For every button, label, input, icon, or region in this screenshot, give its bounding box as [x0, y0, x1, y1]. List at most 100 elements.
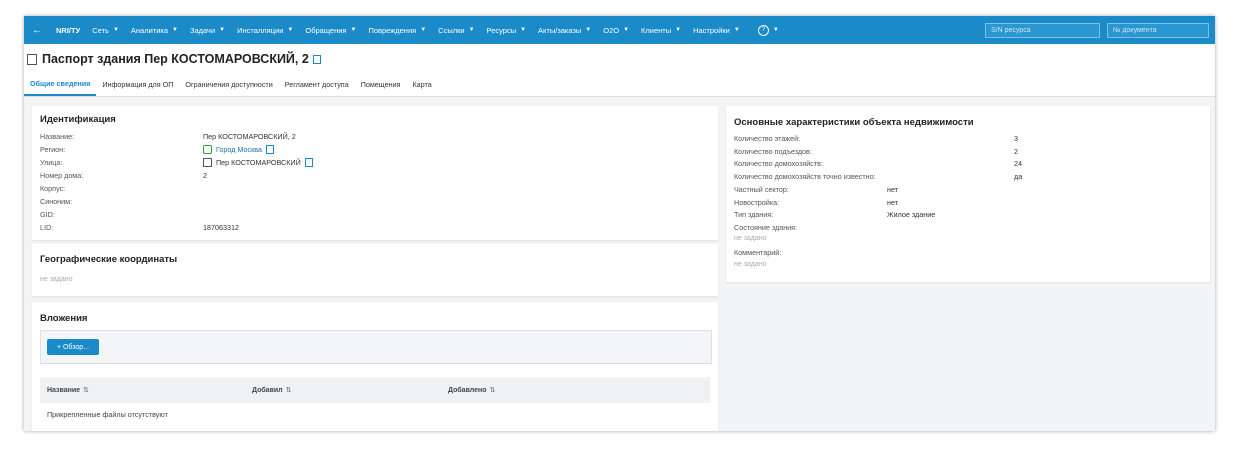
nav-label: Ресурсы	[486, 25, 517, 35]
copy-icon[interactable]	[312, 54, 321, 64]
app-window: ← NRI/ТУ Сеть ▼ Аналитика ▼ Задачи ▼ Инстал…	[24, 16, 1215, 431]
field-label: Регион:	[40, 145, 66, 154]
nav-item-nri[interactable]: NRI/ТУ	[50, 26, 86, 35]
field-label: Количество домохозяйств:	[734, 159, 823, 168]
field-label: Улица:	[40, 158, 63, 167]
street-link[interactable]: Пер КОСТОМАРОВСКИЙ	[216, 158, 301, 167]
value-text: Пер КОСТОМАРОВСКИЙ, 2	[203, 132, 296, 141]
region-icon	[203, 145, 212, 154]
building-type-value: Жилое здание	[887, 210, 936, 219]
region-link[interactable]: Город Москва	[216, 145, 262, 154]
attachments-card: Вложения + Обзор... Название ⇅ Добавил ⇅ Д…	[32, 302, 718, 431]
nav-item-tasks[interactable]: Задачи ▼	[184, 26, 231, 35]
field-label: Комментарий:	[734, 248, 782, 257]
tab-rooms[interactable]: Помещения	[355, 74, 407, 96]
field-label: Тип здания:	[734, 210, 774, 219]
page-header: Паспорт здания Пер КОСТОМАРОВСКИЙ, 2 DEM…	[24, 44, 1215, 81]
chevron-down-icon: ▼	[350, 27, 357, 33]
chevron-down-icon: ▼	[468, 27, 475, 33]
nav-label: Повреждения	[368, 25, 417, 35]
top-navigation-bar: ← NRI/ТУ Сеть ▼ Аналитика ▼ Задачи ▼ Инстал…	[24, 16, 1215, 44]
building-icon	[27, 53, 37, 65]
field-label: Номер дома:	[40, 171, 84, 180]
field-label: Название:	[40, 132, 75, 141]
street-icon	[203, 158, 212, 167]
characteristics-title: Основные характеристики объекта недвижим…	[734, 117, 974, 128]
sn-resource-input[interactable]: S/N ресурса	[985, 23, 1100, 38]
header-label: Добавил	[252, 386, 283, 394]
nav-label: Сеть	[92, 25, 109, 35]
households-value: 24	[1014, 159, 1022, 168]
document-number-input[interactable]: № документа	[1107, 23, 1209, 38]
chevron-down-icon: ▼	[733, 27, 740, 33]
field-label: Количество подъездов:	[734, 147, 812, 156]
chevron-down-icon: ▼	[112, 27, 119, 33]
nav-label: Инсталляции	[237, 25, 284, 35]
tab-map[interactable]: Карта	[407, 74, 438, 96]
nav-label: O2O	[603, 25, 620, 35]
tab-access-rules[interactable]: Регламент доступа	[279, 74, 355, 96]
building-state-value: не задано	[734, 235, 767, 242]
new-building-value: нет	[887, 198, 899, 207]
tab-bar: Общие сведения Информация для ОП Огранич…	[24, 74, 1215, 97]
upload-area: + Обзор...	[40, 330, 712, 364]
header-label: Название	[47, 386, 81, 394]
region-value: Город Москва	[203, 145, 274, 154]
nav-item-analytics[interactable]: Аналитика ▼	[125, 26, 184, 35]
nav-label: NRI/ТУ	[56, 25, 81, 35]
tab-accessibility-limits[interactable]: Ограничения доступности	[179, 74, 278, 96]
field-label: Количество домохозяйств точно известно:	[734, 172, 876, 181]
column-header-added-on[interactable]: Добавлено ⇅	[448, 386, 496, 395]
geo-empty-text: не задано	[40, 276, 73, 283]
nav-item-help[interactable]: ? ▼	[746, 24, 785, 36]
column-header-added-by[interactable]: Добавил ⇅	[252, 386, 292, 395]
page-title-text: Паспорт здания Пер КОСТОМАРОВСКИЙ, 2	[42, 52, 309, 66]
back-arrow-icon[interactable]: ←	[24, 25, 50, 36]
geo-title: Географические координаты	[40, 254, 178, 265]
nav-item-settings[interactable]: Настройки ▼	[687, 26, 746, 35]
field-label: Частный сектор:	[734, 185, 789, 194]
identification-title: Идентификация	[40, 114, 116, 125]
copy-icon[interactable]	[304, 158, 313, 167]
house-number-value: 2	[203, 171, 207, 180]
nav-label: Акты/заказы	[538, 25, 582, 35]
field-label: Корпус:	[40, 184, 66, 193]
field-label: Новостройка:	[734, 198, 780, 207]
nav-item-o2o[interactable]: O2O ▼	[597, 26, 635, 35]
sort-icon: ⇅	[285, 387, 292, 394]
chevron-down-icon: ▼	[219, 27, 226, 33]
nav-label: Ссылки	[438, 25, 465, 35]
nav-item-resources[interactable]: Ресурсы ▼	[481, 26, 533, 35]
nav-item-network[interactable]: Сеть ▼	[86, 26, 125, 35]
chevron-down-icon: ▼	[623, 27, 630, 33]
comment-value: не задано	[734, 261, 767, 268]
field-label: LID:	[40, 223, 54, 232]
chevron-down-icon: ▼	[772, 27, 779, 33]
field-label: Состояние здания:	[734, 223, 798, 232]
chevron-down-icon: ▼	[675, 27, 682, 33]
copy-icon[interactable]	[265, 145, 274, 154]
nav-item-links[interactable]: Ссылки ▼	[432, 26, 480, 35]
street-value: Пер КОСТОМАРОВСКИЙ	[203, 158, 313, 167]
help-icon: ?	[757, 24, 769, 36]
column-header-name[interactable]: Название ⇅	[47, 386, 89, 395]
entrances-value: 2	[1014, 147, 1018, 156]
tab-info-op[interactable]: Информация для ОП	[96, 74, 179, 96]
nav-label: Настройки	[693, 25, 730, 35]
chevron-down-icon: ▼	[287, 27, 294, 33]
tab-general[interactable]: Общие сведения	[24, 74, 97, 96]
geo-card: Географические координаты не задано	[32, 244, 718, 296]
characteristics-card: Основные характеристики объекта недвижим…	[726, 106, 1210, 282]
browse-button[interactable]: + Обзор...	[47, 339, 99, 355]
attachments-empty-text: Прикрепленные файлы отсутствуют	[47, 410, 168, 419]
sort-icon: ⇅	[489, 387, 496, 394]
floors-value: 3	[1014, 134, 1018, 143]
nav-item-requests[interactable]: Обращения ▼	[299, 26, 362, 35]
nav-label: Задачи	[189, 25, 216, 35]
nav-item-acts-orders[interactable]: Акты/заказы ▼	[532, 26, 597, 35]
chevron-down-icon: ▼	[172, 27, 178, 33]
identification-card: Идентификация Название: Пер КОСТОМАРОВСК…	[32, 106, 718, 240]
nav-item-installations[interactable]: Инсталляции ▼	[231, 26, 299, 35]
nav-item-damages[interactable]: Повреждения ▼	[362, 26, 432, 35]
nav-item-clients[interactable]: Клиенты ▼	[635, 26, 687, 35]
